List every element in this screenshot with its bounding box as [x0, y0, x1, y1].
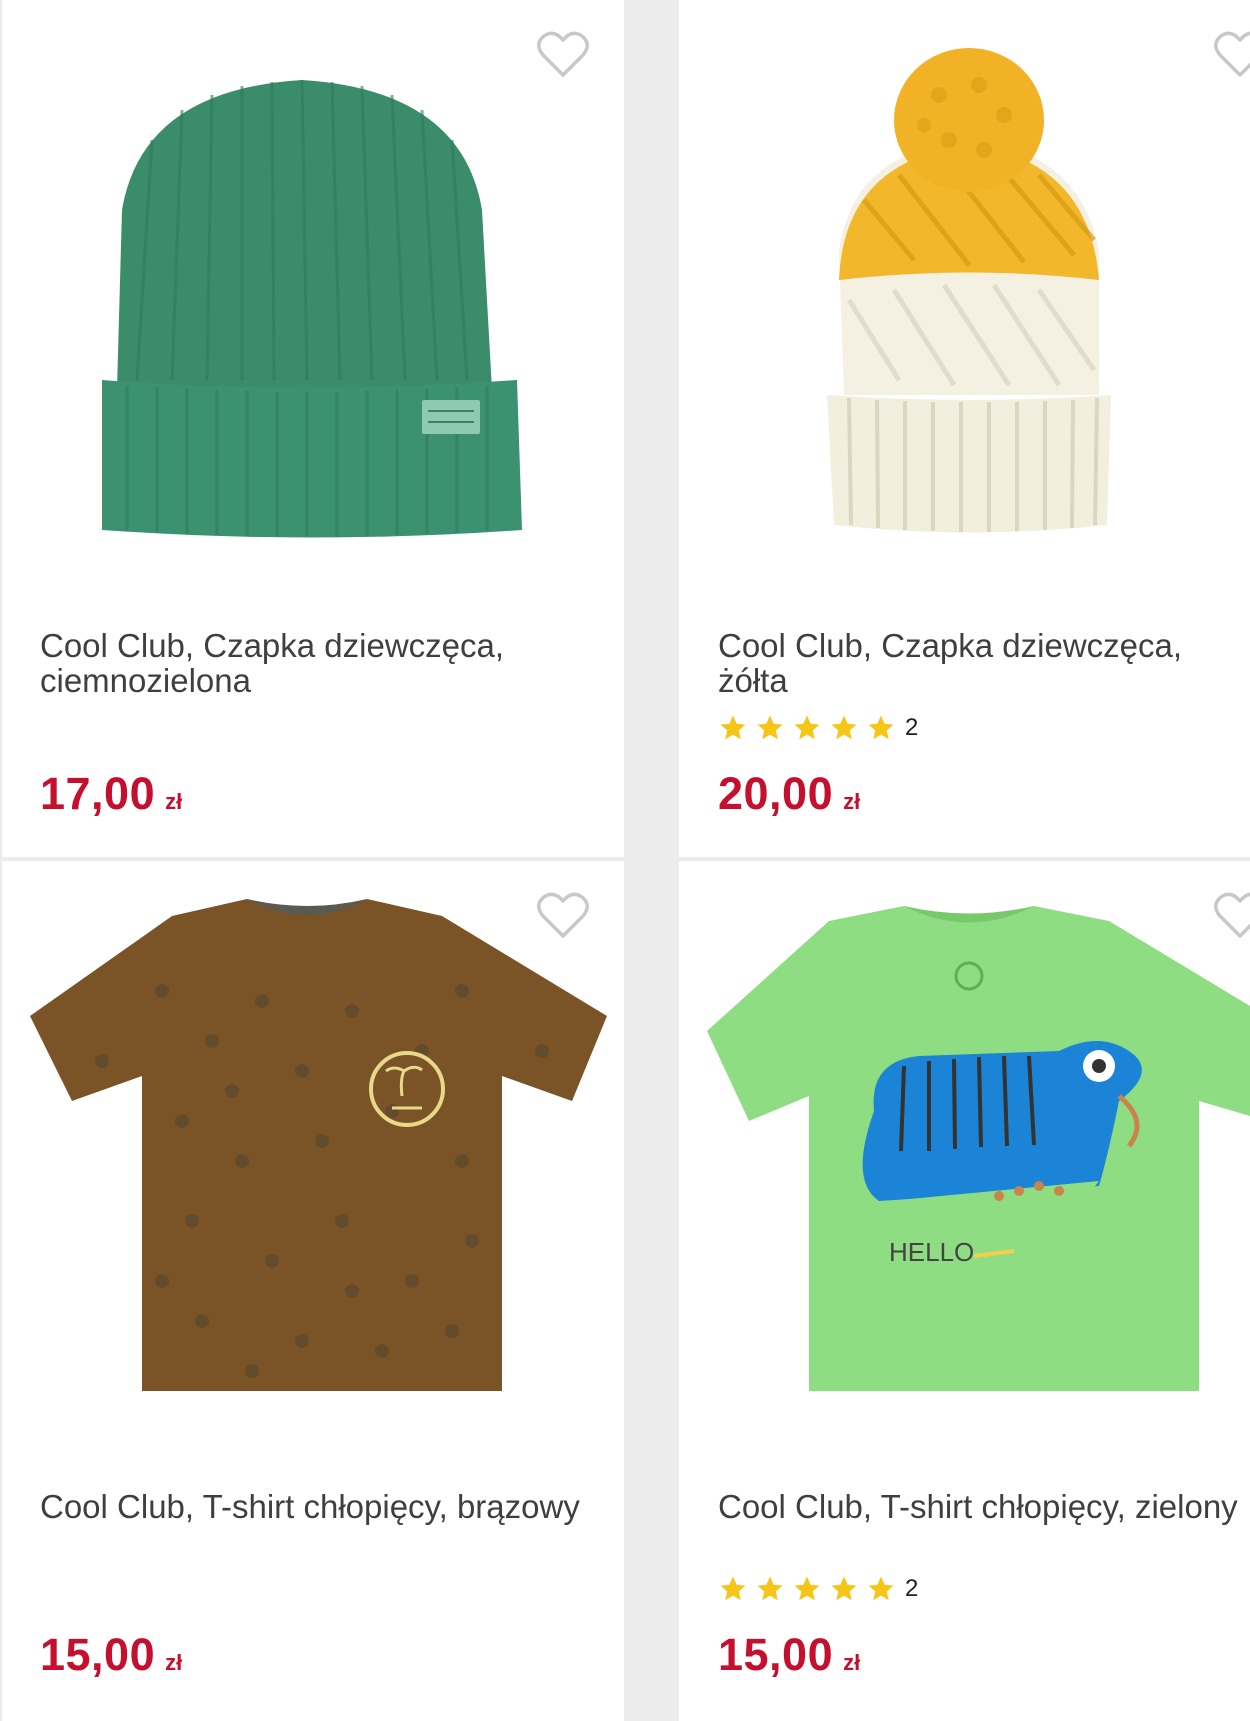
star-icon	[757, 1576, 783, 1601]
shirt-print-text: HELLO	[889, 1237, 974, 1267]
price-amount: 15,00	[718, 1629, 834, 1680]
star-icon	[720, 1576, 746, 1601]
product-image[interactable]	[2, 861, 624, 1441]
star-icon	[757, 715, 783, 740]
price-currency: zł	[165, 1650, 183, 1675]
product-title[interactable]: Cool Club, Czapka dziewczęca, ciemnoziel…	[40, 628, 600, 698]
product-price: 15,00 zł	[718, 1629, 860, 1681]
star-icon	[720, 715, 746, 740]
price-amount: 17,00	[40, 768, 156, 819]
product-card[interactable]: Cool Club, T-shirt chłopięcy, brązowy 15…	[2, 861, 624, 1721]
product-image[interactable]	[679, 0, 1250, 580]
rating-count: 2	[905, 1575, 919, 1602]
product-rating: 2	[718, 1574, 918, 1604]
product-grid: Cool Club, Czapka dziewczęca, ciemnoziel…	[0, 0, 1250, 1721]
product-rating: 2	[718, 713, 918, 743]
product-title[interactable]: Cool Club, Czapka dziewczęca, żółta	[718, 628, 1250, 698]
product-card[interactable]: HELLO Cool Club, T-shirt chłopięcy, ziel…	[679, 861, 1250, 1721]
star-icon	[794, 715, 820, 740]
star-icon	[831, 715, 857, 740]
product-card[interactable]: Cool Club, Czapka dziewczęca, ciemnoziel…	[2, 0, 624, 857]
price-currency: zł	[843, 789, 861, 814]
star-icon	[868, 1576, 894, 1601]
rating-count: 2	[905, 714, 919, 741]
wishlist-heart-icon[interactable]	[536, 30, 590, 80]
price-currency: zł	[843, 1650, 861, 1675]
wishlist-heart-icon[interactable]	[536, 891, 590, 941]
product-price: 17,00 zł	[40, 768, 182, 820]
price-currency: zł	[165, 789, 183, 814]
product-title[interactable]: Cool Club, T-shirt chłopięcy, brązowy	[40, 1489, 600, 1524]
product-image[interactable]	[2, 0, 624, 580]
star-icon	[831, 1576, 857, 1601]
wishlist-heart-icon[interactable]	[1213, 891, 1250, 941]
price-amount: 20,00	[718, 768, 834, 819]
product-price: 15,00 zł	[40, 1629, 182, 1681]
star-icon	[794, 1576, 820, 1601]
price-amount: 15,00	[40, 1629, 156, 1680]
product-price: 20,00 zł	[718, 768, 860, 820]
product-title[interactable]: Cool Club, T-shirt chłopięcy, zielony	[718, 1489, 1250, 1524]
star-icon	[868, 715, 894, 740]
wishlist-heart-icon[interactable]	[1213, 30, 1250, 80]
product-image[interactable]: HELLO	[679, 861, 1250, 1441]
product-card[interactable]: Cool Club, Czapka dziewczęca, żółta 2 20…	[679, 0, 1250, 857]
